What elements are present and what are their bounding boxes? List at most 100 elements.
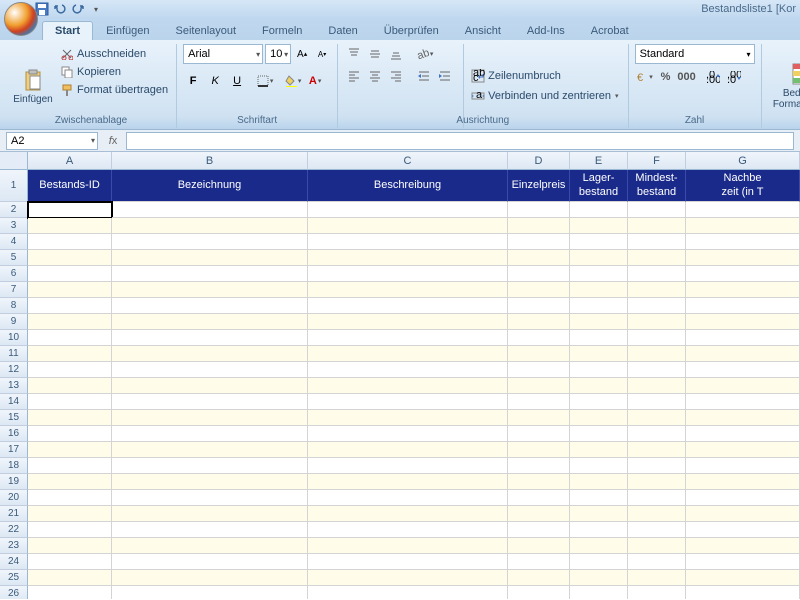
row-header[interactable]: 4 [0,234,28,250]
row-header[interactable]: 11 [0,346,28,362]
cell[interactable] [112,522,308,538]
cell[interactable] [570,234,628,250]
row-header[interactable]: 23 [0,538,28,554]
cell[interactable] [28,362,112,378]
cell[interactable] [28,474,112,490]
cell[interactable] [28,554,112,570]
font-color-button[interactable]: A [305,71,325,91]
cell[interactable] [508,362,570,378]
col-header[interactable]: A [28,152,112,170]
cell[interactable] [570,378,628,394]
cell[interactable] [570,282,628,298]
cell[interactable] [308,442,508,458]
undo-icon[interactable] [52,1,68,17]
row-header[interactable]: 9 [0,314,28,330]
cell[interactable] [686,458,800,474]
cell[interactable] [112,394,308,410]
cell[interactable] [28,394,112,410]
cell[interactable] [570,394,628,410]
row-header[interactable]: 13 [0,378,28,394]
cell[interactable] [570,490,628,506]
cell[interactable] [570,362,628,378]
row-header[interactable]: 5 [0,250,28,266]
cell[interactable] [686,538,800,554]
tab-start[interactable]: Start [42,21,93,40]
tab-ansicht[interactable]: Ansicht [452,21,514,40]
cell[interactable] [28,218,112,234]
cell[interactable] [686,234,800,250]
cell[interactable] [28,202,112,218]
align-bottom-button[interactable] [386,44,406,64]
cell[interactable] [308,474,508,490]
cell[interactable] [112,314,308,330]
cell[interactable] [508,490,570,506]
cell[interactable] [686,394,800,410]
cell[interactable] [112,330,308,346]
cell[interactable] [508,410,570,426]
comma-button[interactable]: 000 [677,67,697,87]
cell[interactable]: Bestands-ID [28,170,112,202]
decrease-indent-button[interactable] [414,66,434,86]
cell[interactable] [570,586,628,599]
cell[interactable] [112,218,308,234]
cell[interactable]: Bezeichnung [112,170,308,202]
align-right-button[interactable] [386,66,406,86]
cell[interactable] [686,442,800,458]
cell[interactable] [508,378,570,394]
cell[interactable] [308,234,508,250]
cell[interactable] [508,538,570,554]
col-header[interactable]: D [508,152,570,170]
cell[interactable] [570,426,628,442]
cell[interactable] [570,250,628,266]
cell[interactable] [508,442,570,458]
orientation-button[interactable]: ab [414,44,434,64]
cell[interactable] [628,378,686,394]
cell[interactable] [628,234,686,250]
cell[interactable]: Lager- bestand [570,170,628,202]
cell[interactable] [570,314,628,330]
cell[interactable] [308,314,508,330]
cell[interactable] [112,378,308,394]
cell[interactable] [686,314,800,330]
qat-dropdown-icon[interactable]: ▾ [88,1,104,17]
cell[interactable] [686,426,800,442]
cell[interactable] [508,218,570,234]
cell[interactable] [308,330,508,346]
cell[interactable] [628,330,686,346]
cell[interactable] [686,474,800,490]
cell[interactable] [308,282,508,298]
cell[interactable] [28,314,112,330]
cell[interactable] [508,474,570,490]
col-header[interactable]: E [570,152,628,170]
cell[interactable] [508,234,570,250]
cell[interactable]: Einzelpreis [508,170,570,202]
font-name-select[interactable]: Arial [183,44,263,64]
cell[interactable] [628,314,686,330]
row-header[interactable]: 12 [0,362,28,378]
cell[interactable] [112,266,308,282]
row-header[interactable]: 8 [0,298,28,314]
cell[interactable] [628,458,686,474]
cell[interactable] [570,410,628,426]
cell[interactable] [628,586,686,599]
cell[interactable] [508,586,570,599]
conditional-formatting-button[interactable]: Bedingte Formatierung [768,44,800,128]
cell[interactable] [628,266,686,282]
cell[interactable] [628,282,686,298]
cell[interactable] [508,282,570,298]
col-header[interactable]: F [628,152,686,170]
cell[interactable] [686,346,800,362]
row-header[interactable]: 18 [0,458,28,474]
row-header[interactable]: 16 [0,426,28,442]
cell[interactable] [308,298,508,314]
cell[interactable] [508,570,570,586]
row-header[interactable]: 2 [0,202,28,218]
cell[interactable] [112,570,308,586]
decrease-font-button[interactable]: A▾ [313,44,331,64]
cell[interactable] [686,378,800,394]
cell[interactable] [570,346,628,362]
tab-formeln[interactable]: Formeln [249,21,315,40]
row-header[interactable]: 15 [0,410,28,426]
cell[interactable] [28,234,112,250]
cell[interactable] [308,394,508,410]
